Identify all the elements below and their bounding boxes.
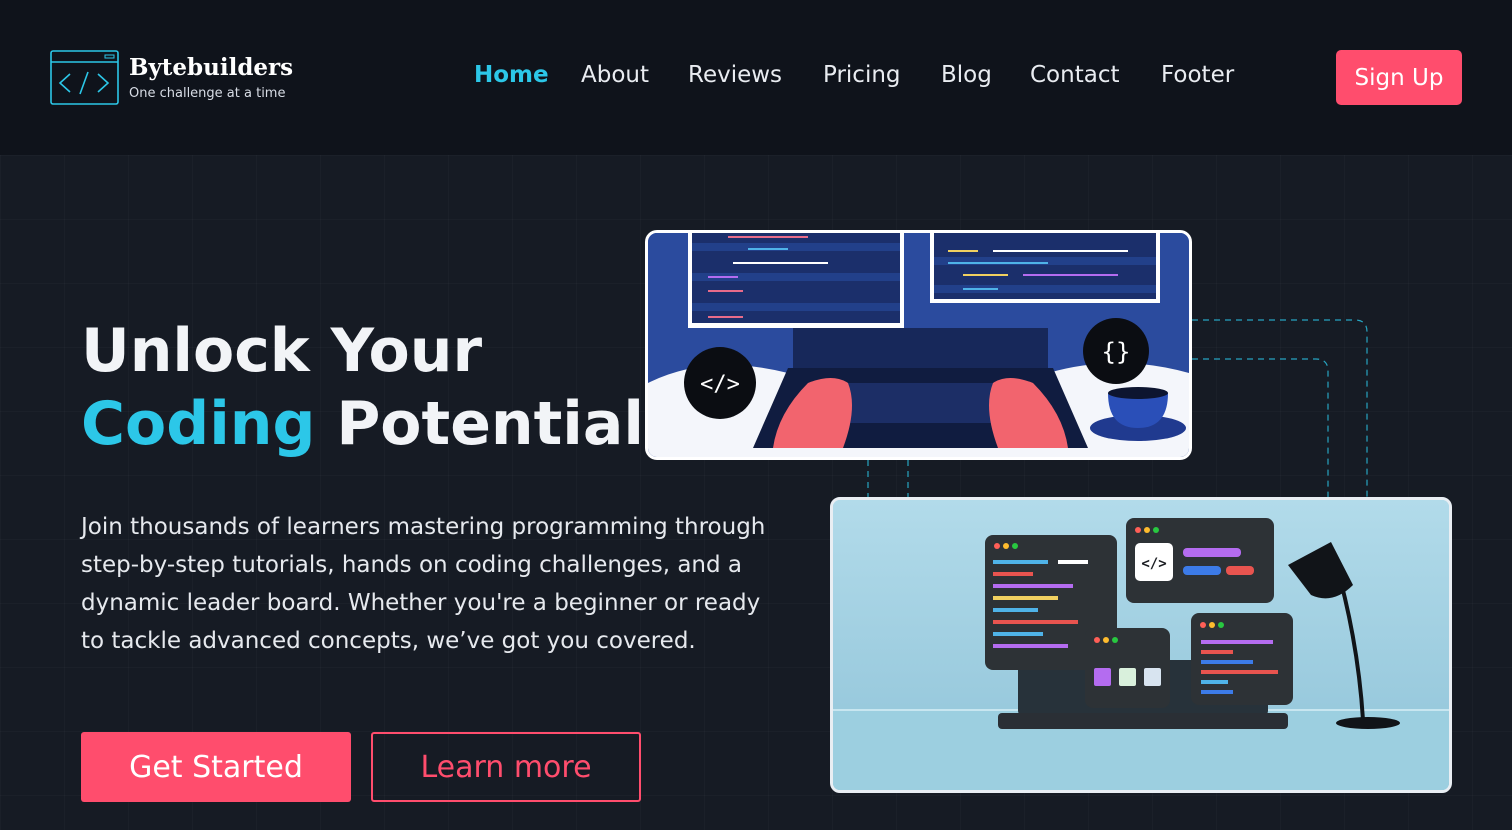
- nav-reviews[interactable]: Reviews: [688, 62, 782, 88]
- nav-pricing[interactable]: Pricing: [823, 62, 901, 88]
- learn-more-button[interactable]: Learn more: [371, 732, 641, 802]
- brand-logo[interactable]: Bytebuilders One challenge at a time: [50, 50, 294, 106]
- code-glyph-badge: </>: [700, 372, 740, 397]
- code-window-icon: [50, 50, 119, 105]
- brand-tagline: One challenge at a time: [129, 86, 286, 101]
- laptop-code-windows-illustration: </>: [833, 500, 1449, 790]
- nav-blog[interactable]: Blog: [941, 62, 992, 88]
- hero-section: Unlock Your Coding Potential Join thousa…: [0, 155, 1512, 830]
- laptop-3d-illustration-image: </>: [830, 497, 1452, 793]
- headline-accent-word: Coding: [81, 389, 316, 459]
- sign-up-button[interactable]: Sign Up: [1336, 50, 1462, 105]
- nav-about[interactable]: About: [581, 62, 649, 88]
- headline-line1: Unlock Your: [81, 316, 483, 386]
- braces-glyph-badge: {}: [1102, 338, 1131, 366]
- nav-contact[interactable]: Contact: [1030, 62, 1119, 88]
- brand-name: Bytebuilders: [129, 54, 294, 81]
- hero-description: Join thousands of learners mastering pro…: [81, 514, 766, 654]
- top-navbar: Bytebuilders One challenge at a time Hom…: [0, 0, 1512, 155]
- hero-headline: Unlock Your Coding Potential: [81, 315, 644, 461]
- headline-line2: Potential: [315, 389, 644, 459]
- nav-home[interactable]: Home: [474, 62, 549, 88]
- nav-footer[interactable]: Footer: [1161, 62, 1234, 88]
- code-window-glyph: </>: [1141, 556, 1166, 572]
- get-started-button[interactable]: Get Started: [81, 732, 351, 802]
- typing-hands-illustration: </> {}: [648, 233, 1189, 457]
- coding-illustration-image: </> {}: [645, 230, 1192, 460]
